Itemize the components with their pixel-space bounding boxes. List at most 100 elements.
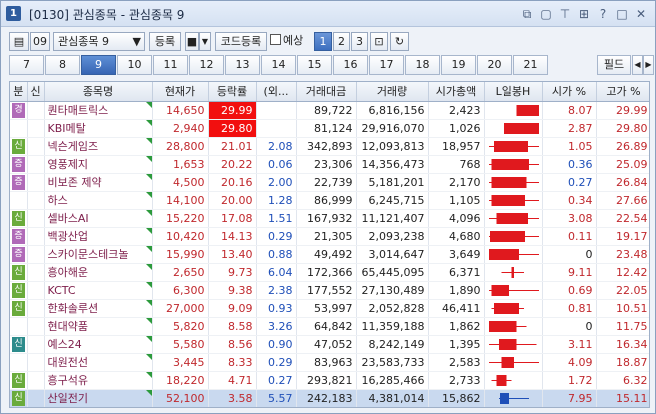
table-row[interactable]: 경 퀀타매트릭스 14,650 29.99 89,722 6,816,156 2,423 8.… xyxy=(10,101,649,120)
stock-name[interactable]: 스카이문스테크놀 xyxy=(44,245,153,264)
rate-cell: 20.16 xyxy=(208,173,257,192)
stock-name[interactable]: 하스 xyxy=(44,191,153,210)
stock-name[interactable]: 영풍제지 xyxy=(44,155,153,174)
grid-icon[interactable]: ⊞ xyxy=(576,6,592,22)
stock-name[interactable]: 현대약품 xyxy=(44,317,153,336)
table-row[interactable]: 대원전선 3,445 8.33 0.29 83,963 23,583,733 2,583 4.… xyxy=(10,353,649,372)
tab-19[interactable]: 19 xyxy=(441,55,476,75)
table-row[interactable]: 증 영풍제지 1,653 20.22 0.06 23,306 14,356,473 768 0.… xyxy=(10,155,649,174)
table-row[interactable]: 증 스카이문스테크놀 15,990 13.40 0.88 49,492 3,014,647 3… xyxy=(10,245,649,264)
register-button[interactable]: 등록 xyxy=(149,32,181,51)
category-cell: 신 xyxy=(10,263,28,282)
stock-name[interactable]: 퀀타매트릭스 xyxy=(44,101,153,120)
col-header-price[interactable]: 현재가 xyxy=(152,82,209,102)
maximize-icon[interactable]: □ xyxy=(614,6,630,22)
tab-7[interactable]: 7 xyxy=(9,55,44,75)
table-row[interactable]: 하스 14,100 20.00 1.28 86,999 6,245,715 1,105 0.3… xyxy=(10,191,649,210)
stock-name[interactable]: 산일전기 xyxy=(44,389,153,407)
stock-name[interactable]: KCTC xyxy=(44,281,153,300)
col-header-foreign[interactable]: (외... xyxy=(256,82,297,102)
new-cell xyxy=(27,353,45,372)
tab-17[interactable]: 17 xyxy=(369,55,404,75)
page-1-button[interactable]: 1 xyxy=(314,32,332,51)
col-header-open-pct[interactable]: 시가 % xyxy=(542,82,597,102)
foreign-cell: 0.88 xyxy=(256,245,297,264)
page-2-button[interactable]: 2 xyxy=(333,32,350,51)
help-icon[interactable]: ? xyxy=(595,6,611,22)
table-row[interactable]: 증 백광산업 10,420 14.13 0.29 21,305 2,093,238 4,680… xyxy=(10,227,649,246)
export-icon[interactable]: ⊡ xyxy=(370,32,388,51)
category-badge: 신 xyxy=(12,211,25,226)
stock-name[interactable]: KBI메탈 xyxy=(44,119,153,138)
menu-dropdown-icon[interactable]: ▼ xyxy=(199,32,211,51)
volume-cell: 14,356,473 xyxy=(356,155,429,174)
new-cell xyxy=(27,119,45,138)
stock-name[interactable]: 흥구석유 xyxy=(44,371,153,390)
stock-name[interactable]: 예스24 xyxy=(44,335,153,354)
stock-name[interactable]: 한화솔루션 xyxy=(44,299,153,318)
table-row[interactable]: 신 넥슨게임즈 28,800 21.01 2.08 342,893 12,093,813 18… xyxy=(10,137,649,156)
page-3-button[interactable]: 3 xyxy=(351,32,368,51)
table-row[interactable]: 신 셀바스AI 15,220 17.08 1.51 167,932 11,121,407 4,… xyxy=(10,209,649,228)
tab-18[interactable]: 18 xyxy=(405,55,440,75)
table-row[interactable]: 신 흥아해운 2,650 9.73 6.04 172,366 65,445,095 6,371… xyxy=(10,263,649,282)
menu-icon[interactable]: ■ xyxy=(185,32,199,51)
tab-12[interactable]: 12 xyxy=(189,55,224,75)
open-pct-cell: 4.09 xyxy=(542,353,597,372)
stock-name[interactable]: 비보존 제약 xyxy=(44,173,153,192)
tab-8[interactable]: 8 xyxy=(45,55,80,75)
tab-20[interactable]: 20 xyxy=(477,55,512,75)
scroll-right-icon[interactable]: ▶ xyxy=(643,55,654,75)
refresh-icon[interactable]: ↻ xyxy=(390,32,409,51)
pin-icon[interactable]: ⊤ xyxy=(557,6,573,22)
stock-name[interactable]: 셀바스AI xyxy=(44,209,153,228)
stock-name[interactable]: 흥아해운 xyxy=(44,263,153,282)
col-header-high-pct[interactable]: 고가 % xyxy=(596,82,649,102)
tab-9[interactable]: 9 xyxy=(81,55,116,75)
col-header-rate[interactable]: 등락률 xyxy=(208,82,257,102)
tab-21[interactable]: 21 xyxy=(513,55,548,75)
tab-15[interactable]: 15 xyxy=(297,55,332,75)
checkbox-box[interactable] xyxy=(270,34,281,45)
minimize-icon[interactable]: ▢ xyxy=(538,6,554,22)
col-header-name[interactable]: 종목명 xyxy=(44,82,153,102)
col-header-volume[interactable]: 거래량 xyxy=(356,82,429,102)
restore-icon[interactable]: ⧉ xyxy=(519,6,535,22)
stock-name[interactable]: 대원전선 xyxy=(44,353,153,372)
table-row[interactable]: 증 비보존 제약 4,500 20.16 2.00 22,739 5,181,201 2,17… xyxy=(10,173,649,192)
col-header-market-cap[interactable]: 시가총액 xyxy=(428,82,485,102)
table-row[interactable]: 신 흥구석유 18,220 4.71 0.27 293,821 16,285,466 2,73… xyxy=(10,371,649,390)
tab-10[interactable]: 10 xyxy=(117,55,152,75)
tab-16[interactable]: 16 xyxy=(333,55,368,75)
code-register-button[interactable]: 코드등록 xyxy=(215,32,267,51)
table-row[interactable]: 현대약품 5,820 8.58 3.26 64,842 11,359,188 1,862 0 1… xyxy=(10,317,649,336)
close-icon[interactable]: ✕ xyxy=(633,6,649,22)
table-row[interactable]: 신 KCTC 6,300 9.38 2.38 177,552 27,130,489 1,890… xyxy=(10,281,649,300)
title-bar[interactable]: 1 [0130] 관심종목 - 관심종목 9 ⧉ ▢ ⊤ ⊞ ? □ ✕ xyxy=(1,1,655,27)
forecast-checkbox[interactable]: 예상 xyxy=(270,32,312,51)
rate-cell: 21.01 xyxy=(208,137,257,156)
group-select[interactable]: 관심종목 9 ▼ xyxy=(53,32,145,51)
group-number[interactable]: 09 xyxy=(30,32,50,51)
col-header-category[interactable]: 분 xyxy=(10,82,28,102)
table-row[interactable]: 신 예스24 5,580 8.56 0.90 47,052 8,242,149 1,395 3.… xyxy=(10,335,649,354)
stock-name[interactable]: 백광산업 xyxy=(44,227,153,246)
col-header-daily-candle[interactable]: L일봉H xyxy=(484,82,543,102)
foreign-cell: 3.26 xyxy=(256,317,297,336)
col-header-new[interactable]: 신 xyxy=(27,82,45,102)
tab-13[interactable]: 13 xyxy=(225,55,260,75)
foreign-cell: 0.29 xyxy=(256,353,297,372)
table-row[interactable]: 신 산일전기 52,100 3.58 5.57 242,183 4,381,014 15,86… xyxy=(10,389,649,407)
new-cell xyxy=(27,101,45,120)
table-row[interactable]: KBI메탈 2,940 29.80 81,124 29,916,070 1,026 2.87… xyxy=(10,119,649,138)
rate-cell: 20.22 xyxy=(208,155,257,174)
tab-14[interactable]: 14 xyxy=(261,55,296,75)
daily-candle-cell xyxy=(484,353,543,372)
group-list-icon[interactable]: ▤ xyxy=(9,32,29,51)
col-header-amount[interactable]: 거래대금 xyxy=(296,82,357,102)
scroll-left-icon[interactable]: ◀ xyxy=(632,55,643,75)
stock-name[interactable]: 넥슨게임즈 xyxy=(44,137,153,156)
tab-11[interactable]: 11 xyxy=(153,55,188,75)
field-button[interactable]: 필드 xyxy=(597,55,631,75)
table-row[interactable]: 신 한화솔루션 27,000 9.09 0.93 53,997 2,052,828 46,41… xyxy=(10,299,649,318)
